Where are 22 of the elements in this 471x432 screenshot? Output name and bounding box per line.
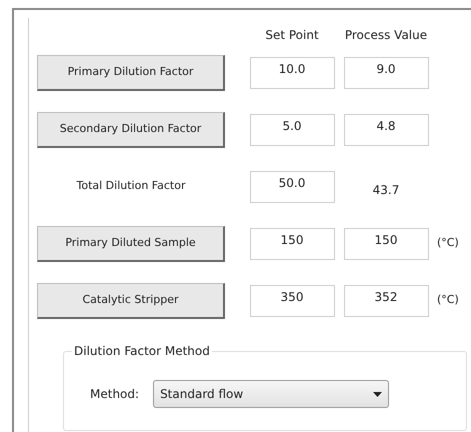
row-label: Total Dilution Factor [76, 178, 186, 194]
method-dropdown[interactable]: Standard flow [153, 380, 390, 408]
process-value: 43.7 [372, 182, 400, 198]
set-point-field[interactable]: 150 [250, 228, 334, 260]
process-value-field[interactable]: 352 [344, 284, 428, 316]
caret-icon [373, 392, 382, 396]
set-point-field[interactable]: 350 [250, 284, 334, 316]
row-button[interactable]: Secondary Dilution Factor [37, 112, 225, 148]
method-label: Method: [90, 386, 140, 403]
unit-label: (°C) [437, 292, 459, 308]
set-point-field[interactable]: 10.0 [250, 56, 334, 88]
column-header: Set Point [264, 27, 320, 44]
process-value-field[interactable]: 4.8 [344, 114, 428, 146]
set-point-field[interactable]: 5.0 [250, 114, 334, 146]
process-value-field[interactable]: 9.0 [344, 56, 428, 88]
unit-label: (°C) [437, 235, 459, 252]
set-point-field[interactable]: 50.0 [250, 170, 334, 202]
row-button[interactable]: Primary Diluted Sample [37, 226, 225, 262]
row-button[interactable]: Catalytic Stripper [37, 282, 225, 318]
column-header: Process Value [344, 27, 428, 44]
process-value-field[interactable]: 150 [344, 228, 428, 260]
row-button[interactable]: Primary Dilution Factor [37, 54, 225, 90]
